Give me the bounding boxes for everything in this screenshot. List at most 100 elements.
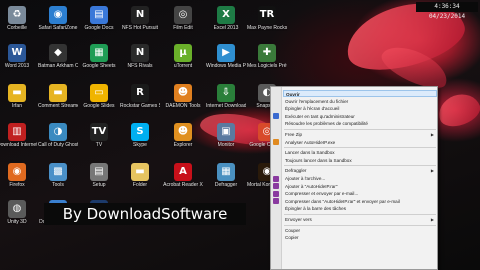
monitor-icon: ▣	[217, 123, 235, 141]
desktop-icon[interactable]: ☻ Explorer	[163, 123, 203, 148]
desktop-icon[interactable]: ▩ Tools	[38, 163, 78, 188]
desktop-icon-label: Acrobat Reader X	[163, 182, 203, 188]
skype-icon: S	[131, 123, 149, 141]
desktop-icon-label: Irfan	[11, 103, 22, 109]
menu-item-icon	[273, 190, 279, 197]
menu-item-label: Compresser dans "AutoHideIP.rar" et envo…	[285, 198, 400, 204]
menu-item-label: Copier	[285, 235, 299, 241]
desktop-icon[interactable]: RRockstar Games Social Club	[120, 84, 160, 109]
submenu-arrow-icon: ▶	[430, 132, 434, 137]
desktop-icon-label: Google Slides	[83, 103, 115, 109]
desktop-icon[interactable]: ◎ Film Edit	[163, 6, 203, 31]
menu-item[interactable]: Analyser AutoHideIP.exe	[283, 139, 437, 146]
setup-icon: ▤	[90, 163, 108, 181]
desktop-icon-label: Comment Streamer	[38, 103, 78, 109]
desktop-icon[interactable]: µ uTorrent	[163, 44, 203, 69]
rockstar-icon: R	[131, 84, 149, 102]
desktop-icon[interactable]: S Skype	[120, 123, 160, 148]
desktop-icon[interactable]: A Acrobat Reader X	[163, 163, 203, 188]
menu-item[interactable]: Épingler à l'écran d'accueil	[283, 105, 437, 112]
desktop-icon[interactable]: ◆Batman Arkham Origins - DLC	[38, 44, 78, 69]
desktop-icon-label: uTorrent	[173, 63, 193, 69]
desktop-icon[interactable]: ▶Windows Media Player	[206, 44, 246, 69]
menu-item-label: Ouvrir	[286, 92, 300, 97]
desktop-icon[interactable]: ▦ Defragger	[206, 163, 246, 188]
menu-item[interactable]: Copier	[283, 234, 437, 241]
desktop-icon-label: Max Payne Rockstar	[247, 25, 287, 31]
desktop-icon-label: Call of Duty Ghosts	[38, 142, 78, 148]
desktop-icon[interactable]: ▬ Folder	[120, 163, 160, 188]
menu-item[interactable]: Ouvrir l'emplacement du fichier	[283, 98, 437, 105]
desktop-icon-label: DAEMON Tools	[165, 103, 201, 109]
desktop-icon[interactable]: ▥ Download Internet	[0, 123, 37, 148]
menu-item[interactable]: Lancer dans la Sandbox	[283, 149, 437, 156]
desktop-icon-label: Internet Download	[206, 103, 246, 109]
desktop-icon[interactable]: X Excel 2013	[206, 6, 246, 31]
desktop-icon-label: Tools	[52, 182, 64, 188]
unity-icon: ◍	[8, 200, 26, 218]
desktop-icon[interactable]: W Word 2013	[0, 44, 37, 69]
menu-separator	[284, 129, 436, 130]
desktop-icon-label: Safari SafariZone	[38, 25, 78, 31]
desktop-icon-label: Google Sheets	[82, 63, 116, 69]
desktop-icon[interactable]: N NFS Hot Pursuit	[120, 6, 160, 31]
desktop-icon[interactable]: TV TV	[79, 123, 119, 148]
menu-item[interactable]: Exécuter en tant qu'administrateur	[283, 113, 437, 120]
menu-item[interactable]: Defraggler ▶	[283, 167, 437, 174]
desktop-icon[interactable]: ◑ Call of Duty Ghosts	[38, 123, 78, 148]
menu-item[interactable]: Épingler à la barre des tâches	[283, 205, 437, 212]
word-icon: W	[8, 44, 26, 62]
menu-item[interactable]: Couper	[283, 227, 437, 234]
desktop-icon-label: Unity 3D	[7, 219, 27, 225]
menu-separator	[284, 147, 436, 149]
desktop-icon-label: Mes Logiciels Préférés	[247, 63, 287, 69]
desktop-icon[interactable]: ☻ DAEMON Tools	[163, 84, 203, 109]
desktop-icon-label: Folder	[132, 182, 148, 188]
menu-item-label: Résoudre les problèmes de compatibilité	[285, 121, 368, 127]
desktop-icon[interactable]: TRMax Payne Rockstar	[247, 6, 287, 31]
menu-item-icon	[273, 198, 279, 205]
desktop-icon-label: NFS Rivals	[127, 63, 153, 69]
explorer-icon: ☻	[174, 123, 192, 141]
desktop-icon[interactable]: ◉ Firefox	[0, 163, 37, 188]
desktop-icon-label: Film Edit	[173, 25, 193, 31]
menu-item[interactable]: Ouvrir	[283, 90, 437, 97]
menu-item[interactable]: Ajouter à "AutoHideIP.rar"	[283, 183, 437, 190]
desktop-icon-label: NFS Hot Pursuit	[121, 25, 159, 31]
menu-item[interactable]: Envoyer vers ▶	[283, 216, 437, 223]
desktop-icon-label: TV	[95, 142, 103, 148]
menu-item-label: Épingler à la barre des tâches	[285, 206, 347, 212]
desktop-icon[interactable]: ▤ Google Docs	[79, 6, 119, 31]
desktop-icon-label: Batman Arkham Origins - DLC	[38, 63, 78, 69]
desktop-icon[interactable]: ▬ Comment Streamer	[38, 84, 78, 109]
desktop-icon-label: Setup	[92, 182, 106, 188]
menu-separator	[284, 165, 436, 167]
menu-item-label: Couper	[285, 227, 301, 233]
desktop-icon[interactable]: ▤ Setup	[79, 163, 119, 188]
desktop-icon[interactable]: ◍ Unity 3D	[0, 200, 37, 225]
desktop-icon[interactable]: ♻ Corbeille	[0, 6, 37, 31]
desktop-icon[interactable]: ⇩ Internet Download	[206, 84, 246, 109]
menu-item[interactable]: Free Zip ▶	[283, 131, 437, 138]
desktop-icon[interactable]: ▦ Google Sheets	[79, 44, 119, 69]
clock-display: 4:36:34 04/23/2014	[416, 2, 478, 20]
excel-icon: X	[217, 6, 235, 24]
desktop-icon-label: Excel 2013	[213, 25, 239, 31]
menu-item[interactable]: Compresser et envoyer par e-mail...	[283, 190, 437, 197]
menu-item-label: Exécuter en tant qu'administrateur	[285, 113, 355, 119]
desktop-icon[interactable]: ▬ Irfan	[0, 84, 37, 109]
desktop-icon[interactable]: ◉ Safari SafariZone	[38, 6, 78, 31]
menu-item[interactable]: Résoudre les problèmes de compatibilité	[283, 120, 437, 127]
tv-icon: TV	[90, 123, 108, 141]
desktop-icon[interactable]: ▣ Monitor	[206, 123, 246, 148]
menu-item[interactable]: Toujours lancer dans la Sandbox	[283, 157, 437, 164]
film-reel-icon: ◎	[174, 6, 192, 24]
batman-icon: ◆	[49, 44, 67, 62]
desktop-icon[interactable]: N NFS Rivals	[120, 44, 160, 69]
desktop-icon[interactable]: ▭ Google Slides	[79, 84, 119, 109]
menu-item[interactable]: Ajouter à l'archive...	[283, 175, 437, 182]
sheets-icon: ▦	[90, 44, 108, 62]
menu-item[interactable]: Compresser dans "AutoHideIP.rar" et envo…	[283, 198, 437, 205]
desktop-icon[interactable]: ✚Mes Logiciels Préférés	[247, 44, 287, 69]
menu-item-label: Analyser AutoHideIP.exe	[285, 139, 336, 145]
